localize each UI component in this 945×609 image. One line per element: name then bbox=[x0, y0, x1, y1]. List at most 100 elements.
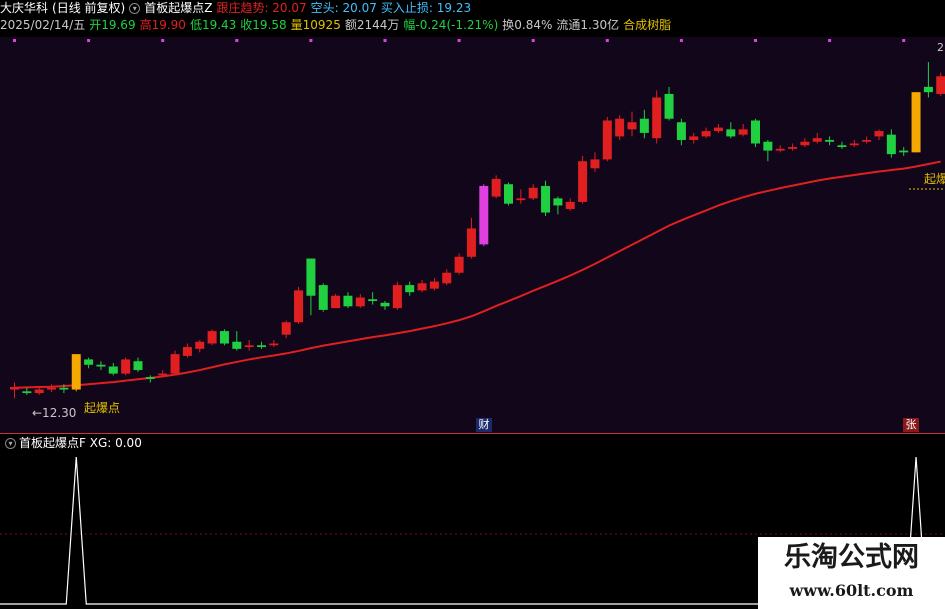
candle-body bbox=[788, 147, 798, 149]
xg-value: XG: 0.00 bbox=[89, 436, 142, 450]
chevron-down-icon[interactable]: ▾ bbox=[129, 3, 141, 14]
candle-body bbox=[763, 141, 773, 151]
top-marker bbox=[754, 39, 757, 42]
candle-body bbox=[182, 347, 192, 356]
signal-label-right: 起爆 bbox=[924, 172, 945, 186]
watermark-title: 乐淘公式网 bbox=[784, 542, 919, 573]
top-marker bbox=[87, 39, 91, 42]
candle-body bbox=[738, 129, 748, 135]
candle-body bbox=[429, 281, 439, 289]
candle-body bbox=[219, 331, 229, 344]
candle-body bbox=[281, 322, 291, 335]
candle-body bbox=[899, 150, 909, 153]
short-label: 空头: 20.07 bbox=[310, 1, 377, 15]
limit-up-badge[interactable]: 张 bbox=[903, 418, 919, 432]
float-cap-value: 流通1.30亿 bbox=[556, 18, 620, 32]
close-value: 收19.58 bbox=[240, 18, 287, 32]
candle-body bbox=[664, 93, 674, 119]
date-axis-strip bbox=[0, 417, 945, 433]
follow-trend-label: 跟庄趋势: 20.07 bbox=[216, 1, 307, 15]
candle-body bbox=[405, 285, 415, 293]
candle-body bbox=[355, 297, 365, 307]
indicator-name[interactable]: 首板起爆点Z bbox=[144, 1, 212, 15]
candle-body bbox=[47, 387, 57, 390]
candle-body bbox=[578, 161, 588, 202]
candle-body bbox=[34, 389, 44, 394]
header-line-1: 大庆华科 (日线 前复权) ▾ 首板起爆点Z 跟庄趋势: 20.07 空头: 20.07 买… bbox=[0, 0, 945, 17]
chevron-down-icon[interactable]: ▾ bbox=[5, 438, 16, 449]
candle-body bbox=[726, 129, 736, 137]
candle-body bbox=[837, 145, 847, 148]
date-label: 2025/02/14/五 bbox=[0, 18, 86, 32]
candle-body bbox=[689, 136, 699, 140]
open-value: 开19.69 bbox=[89, 18, 136, 32]
sector-value[interactable]: 合成树脂 bbox=[623, 18, 671, 32]
price-chart-panel[interactable]: ←12.30 起爆点 起爆 2 bbox=[0, 37, 945, 417]
candle-body bbox=[639, 118, 649, 133]
candlestick-chart[interactable]: ←12.30 起爆点 起爆 2 bbox=[0, 37, 945, 417]
candle-body bbox=[368, 299, 378, 302]
top-right-price: 2 bbox=[937, 41, 944, 54]
top-marker bbox=[902, 39, 906, 42]
candle-body bbox=[244, 345, 254, 348]
candle-body bbox=[207, 331, 217, 344]
candle-body bbox=[479, 185, 489, 245]
candle-body bbox=[108, 366, 118, 374]
candle-body bbox=[294, 290, 304, 323]
turnover-value: 换0.84% bbox=[502, 18, 553, 32]
candle-body bbox=[121, 359, 131, 374]
candle-body bbox=[516, 198, 526, 201]
candle-body bbox=[71, 354, 81, 390]
candle-body bbox=[800, 141, 810, 146]
candle-body bbox=[590, 159, 600, 169]
candle-body bbox=[491, 178, 501, 197]
signal-label-left: 起爆点 bbox=[84, 401, 120, 415]
candle-body bbox=[565, 201, 575, 209]
candle-body bbox=[553, 198, 563, 206]
candle-body bbox=[392, 285, 402, 309]
candle-body bbox=[96, 364, 106, 367]
watermark: 乐淘公式网 www.60lt.com bbox=[758, 537, 945, 609]
low-price-annotation: ←12.30 bbox=[32, 406, 76, 417]
indicator-header: ▾ 首板起爆点F XG: 0.00 bbox=[0, 435, 142, 451]
change-value: 幅-0.24(-1.21%) bbox=[403, 18, 499, 32]
finance-badge[interactable]: 财 bbox=[476, 418, 492, 432]
panel-divider[interactable] bbox=[0, 433, 945, 434]
top-marker bbox=[235, 39, 239, 42]
candle-body bbox=[232, 341, 242, 349]
top-marker bbox=[531, 39, 535, 42]
candle-body bbox=[713, 127, 723, 132]
watermark-url[interactable]: www.60lt.com bbox=[758, 581, 945, 601]
amount-value: 额2144万 bbox=[344, 18, 400, 32]
candle-body bbox=[306, 258, 316, 296]
candle-body bbox=[331, 295, 341, 309]
period-label[interactable]: (日线 前复权) bbox=[52, 1, 125, 15]
ma-line bbox=[14, 160, 941, 389]
candle-body bbox=[257, 345, 266, 348]
candle-body bbox=[380, 302, 390, 307]
candle-body bbox=[936, 76, 945, 94]
candle-body bbox=[343, 295, 353, 307]
candle-body bbox=[652, 97, 662, 139]
candle-body bbox=[615, 118, 625, 137]
candle-body bbox=[84, 359, 94, 365]
stock-name[interactable]: 大庆华科 bbox=[0, 1, 48, 15]
top-marker bbox=[828, 39, 832, 42]
candle-body bbox=[318, 285, 328, 310]
top-marker bbox=[383, 39, 387, 42]
top-marker bbox=[605, 39, 609, 42]
candle-body bbox=[849, 143, 859, 146]
candle-body bbox=[454, 256, 464, 273]
candle-body bbox=[528, 187, 538, 199]
top-marker bbox=[161, 39, 165, 42]
top-marker bbox=[13, 39, 16, 42]
candle-body bbox=[602, 120, 612, 160]
stock-chart-app: 大庆华科 (日线 前复权) ▾ 首板起爆点Z 跟庄趋势: 20.07 空头: 20.07 买… bbox=[0, 0, 945, 609]
candle-body bbox=[775, 148, 785, 151]
candle-body bbox=[195, 341, 205, 349]
low-value: 低19.43 bbox=[189, 18, 237, 32]
candle-body bbox=[825, 139, 835, 142]
indicator-title[interactable]: 首板起爆点F bbox=[19, 436, 86, 450]
candle-body bbox=[541, 185, 551, 213]
candle-body bbox=[627, 122, 637, 130]
